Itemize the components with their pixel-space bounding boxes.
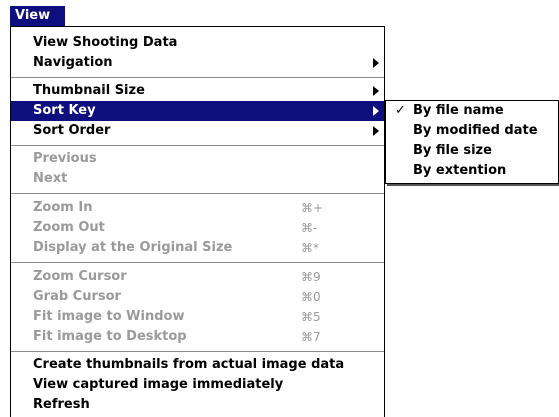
shortcut-label: ⌘- — [301, 221, 318, 235]
menu-item-label: Zoom Cursor — [33, 269, 127, 284]
shortcut-label: ⌘5 — [301, 310, 321, 324]
menu-item-sort-order[interactable]: Sort Order — [11, 121, 384, 141]
menu-item-view-shooting-data[interactable]: View Shooting Data — [11, 33, 384, 53]
menu-item-grab-cursor[interactable]: Grab Cursor ⌘0 — [11, 287, 384, 307]
submenu-arrow-icon — [373, 86, 379, 96]
menu-item-zoom-out[interactable]: Zoom Out ⌘- — [11, 218, 384, 238]
menu-separator — [11, 145, 384, 146]
submenu-item-by-extention[interactable]: By extention — [386, 161, 558, 181]
submenu-arrow-icon — [373, 106, 379, 116]
submenu-item-by-file-size[interactable]: By file size — [386, 141, 558, 161]
menu-item-zoom-cursor[interactable]: Zoom Cursor ⌘9 — [11, 267, 384, 287]
menu-item-fit-image-to-desktop[interactable]: Fit image to Desktop ⌘7 — [11, 327, 384, 347]
menu-item-view-captured-image[interactable]: View captured image immediately — [11, 375, 384, 395]
shortcut-label: ⌘0 — [301, 290, 321, 304]
menu-separator — [11, 262, 384, 263]
menu-item-next[interactable]: Next — [11, 169, 384, 189]
menu-item-fit-image-to-window[interactable]: Fit image to Window ⌘5 — [11, 307, 384, 327]
menu-item-label: Navigation — [33, 55, 113, 70]
menu-item-label: Display at the Original Size — [33, 240, 233, 255]
menu-item-refresh[interactable]: Refresh — [11, 395, 384, 415]
menu-separator — [11, 193, 384, 194]
menu-item-label: Sort Key — [33, 103, 96, 118]
menu-item-label: Fit image to Window — [33, 309, 185, 324]
shortcut-label: ⌘9 — [301, 270, 321, 284]
menu-item-create-thumbnails[interactable]: Create thumbnails from actual image data — [11, 355, 384, 375]
shortcut-label: ⌘* — [301, 241, 319, 255]
menu-separator — [11, 77, 384, 78]
menu-item-thumbnail-size[interactable]: Thumbnail Size — [11, 81, 384, 101]
menu-item-zoom-in[interactable]: Zoom In ⌘+ — [11, 198, 384, 218]
menu-item-display-original-size[interactable]: Display at the Original Size ⌘* — [11, 238, 384, 258]
shortcut-label: ⌘+ — [301, 201, 324, 215]
menu-item-label: Sort Order — [33, 123, 111, 138]
checkmark-icon: ✓ — [395, 103, 406, 118]
submenu-item-by-modified-date[interactable]: By modified date — [386, 121, 558, 141]
menu-item-label: Previous — [33, 151, 97, 166]
menu-item-label: Refresh — [33, 397, 90, 412]
sort-key-submenu: ✓ By file name By modified date By file … — [385, 100, 559, 184]
view-menu-title[interactable]: View — [10, 6, 65, 26]
menu-item-label: Zoom Out — [33, 220, 105, 235]
menu-item-label: Create thumbnails from actual image data — [33, 357, 345, 372]
submenu-item-label: By file size — [413, 143, 492, 158]
menu-item-label: View captured image immediately — [33, 377, 284, 392]
menu-item-label: Fit image to Desktop — [33, 329, 187, 344]
menu-item-sort-key[interactable]: Sort Key — [11, 101, 384, 121]
view-menu: View Shooting Data Navigation Thumbnail … — [10, 26, 385, 417]
submenu-arrow-icon — [373, 126, 379, 136]
menu-item-previous[interactable]: Previous — [11, 149, 384, 169]
menu-item-label: Grab Cursor — [33, 289, 121, 304]
menu-item-navigation[interactable]: Navigation — [11, 53, 384, 73]
submenu-item-label: By file name — [413, 103, 504, 118]
submenu-item-label: By extention — [413, 163, 507, 178]
menu-item-label: View Shooting Data — [33, 35, 178, 50]
menu-item-label: Thumbnail Size — [33, 83, 145, 98]
submenu-item-label: By modified date — [413, 123, 538, 138]
shortcut-label: ⌘7 — [301, 330, 321, 344]
submenu-item-by-file-name[interactable]: ✓ By file name — [386, 101, 558, 121]
menu-item-label: Next — [33, 171, 68, 186]
menu-separator — [11, 351, 384, 352]
menu-item-label: Zoom In — [33, 200, 93, 215]
submenu-arrow-icon — [373, 58, 379, 68]
